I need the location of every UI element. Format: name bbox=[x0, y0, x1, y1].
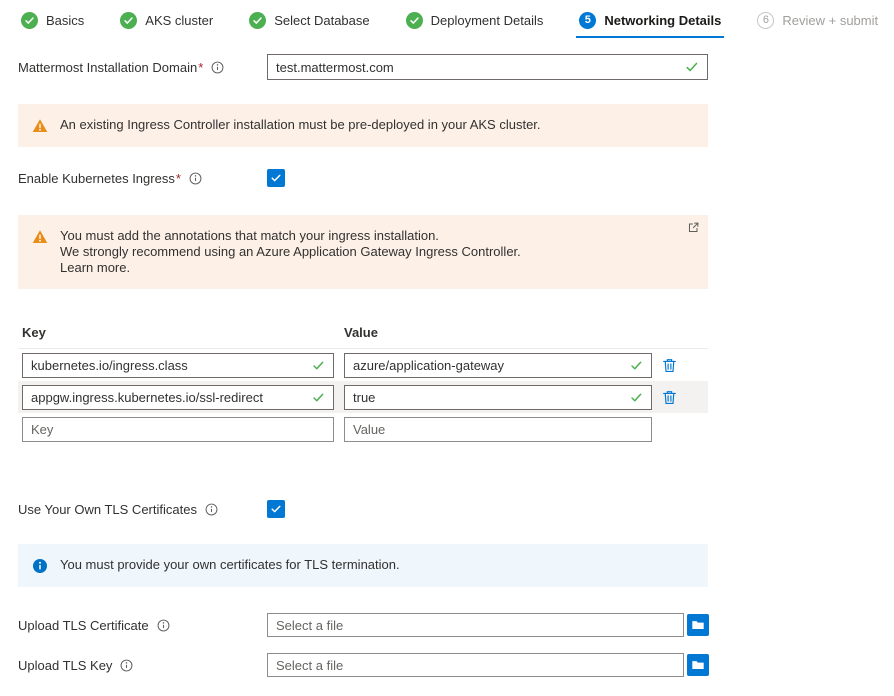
valid-check-icon bbox=[630, 391, 643, 404]
step-complete-check-icon bbox=[120, 12, 137, 29]
valid-check-icon bbox=[312, 391, 325, 404]
kv-key-input[interactable] bbox=[31, 422, 325, 437]
tls-info-banner: You must provide your own certificates f… bbox=[18, 544, 708, 587]
required-marker: * bbox=[176, 171, 181, 186]
step-number-icon: 6 bbox=[757, 12, 774, 29]
upload-key-field-wrapper bbox=[267, 653, 684, 677]
tab-select-database[interactable]: Select Database bbox=[246, 10, 372, 38]
kv-row bbox=[18, 349, 708, 381]
ingress-warning-banner: An existing Ingress Controller installat… bbox=[18, 104, 708, 147]
kv-value-input[interactable] bbox=[353, 422, 643, 437]
tab-networking-details[interactable]: 5 Networking Details bbox=[576, 10, 724, 38]
browse-folder-button[interactable] bbox=[687, 614, 709, 636]
annotations-warning-banner: You must add the annotations that match … bbox=[18, 215, 708, 289]
domain-row: Mattermost Installation Domain* bbox=[18, 54, 726, 80]
tab-aks-cluster[interactable]: AKS cluster bbox=[117, 10, 216, 38]
domain-label: Mattermost Installation Domain* bbox=[18, 60, 203, 75]
tls-toggle-label: Use Your Own TLS Certificates bbox=[18, 502, 197, 517]
upload-cert-row: Upload TLS Certificate bbox=[18, 613, 726, 637]
upload-key-field-wrap bbox=[267, 653, 709, 677]
info-icon[interactable] bbox=[205, 503, 218, 516]
upload-key-input[interactable] bbox=[276, 658, 675, 673]
upload-cert-field-wrap bbox=[267, 613, 709, 637]
kv-value-field-wrapper bbox=[344, 417, 652, 442]
kv-key-input[interactable] bbox=[31, 390, 306, 405]
ingress-warning-text: An existing Ingress Controller installat… bbox=[60, 117, 541, 134]
upload-cert-label-col: Upload TLS Certificate bbox=[18, 618, 267, 633]
domain-label-col: Mattermost Installation Domain* bbox=[18, 60, 267, 75]
kv-value-field-wrapper bbox=[344, 385, 652, 410]
enable-ingress-row: Enable Kubernetes Ingress* bbox=[18, 169, 726, 187]
tab-label-aks-cluster: AKS cluster bbox=[145, 13, 213, 28]
kv-row bbox=[18, 381, 708, 413]
tls-info-text: You must provide your own certificates f… bbox=[60, 557, 400, 574]
browse-folder-button[interactable] bbox=[687, 654, 709, 676]
info-filled-icon bbox=[32, 558, 48, 574]
warning-icon bbox=[32, 229, 48, 276]
upload-key-row: Upload TLS Key bbox=[18, 653, 726, 677]
kv-key-input[interactable] bbox=[31, 358, 306, 373]
step-complete-check-icon bbox=[406, 12, 423, 29]
tls-toggle-checkbox[interactable] bbox=[267, 500, 285, 518]
step-complete-check-icon bbox=[21, 12, 38, 29]
warning-icon bbox=[32, 118, 48, 134]
kv-key-field-wrapper bbox=[22, 417, 334, 442]
kv-value-header: Value bbox=[344, 325, 378, 340]
info-icon[interactable] bbox=[120, 659, 133, 672]
kv-key-field-wrapper bbox=[22, 385, 334, 410]
tab-label-basics: Basics bbox=[46, 13, 84, 28]
domain-field-wrapper bbox=[267, 54, 708, 80]
kv-key-field-wrapper bbox=[22, 353, 334, 378]
annotations-warning-text: You must add the annotations that match … bbox=[60, 228, 521, 276]
kv-row-empty bbox=[18, 413, 708, 445]
domain-input[interactable] bbox=[276, 60, 679, 75]
step-number-icon: 5 bbox=[579, 12, 596, 29]
tab-label-deployment-details: Deployment Details bbox=[431, 13, 544, 28]
tab-deployment-details[interactable]: Deployment Details bbox=[403, 10, 547, 38]
kv-table-header: Key Value bbox=[18, 319, 708, 349]
info-icon[interactable] bbox=[189, 172, 202, 185]
kv-key-header: Key bbox=[22, 325, 344, 340]
tls-toggle-label-col: Use Your Own TLS Certificates bbox=[18, 502, 267, 517]
tab-label-review-submit: Review + submit bbox=[782, 13, 878, 28]
annotations-warning-line1: You must add the annotations that match … bbox=[60, 228, 521, 244]
valid-check-icon bbox=[685, 60, 699, 74]
kv-value-field-wrapper bbox=[344, 353, 652, 378]
valid-check-icon bbox=[630, 359, 643, 372]
annotations-kv-table: Key Value bbox=[18, 319, 708, 445]
info-icon[interactable] bbox=[157, 619, 170, 632]
annotations-warning-line2: We strongly recommend using an Azure App… bbox=[60, 244, 521, 260]
delete-row-button[interactable] bbox=[661, 357, 678, 374]
valid-check-icon bbox=[312, 359, 325, 372]
networking-details-form: Mattermost Installation Domain* An exist… bbox=[0, 38, 726, 677]
upload-cert-input[interactable] bbox=[276, 618, 675, 633]
enable-ingress-label: Enable Kubernetes Ingress* bbox=[18, 171, 181, 186]
tab-review-submit[interactable]: 6 Review + submit bbox=[754, 10, 881, 38]
wizard-steps: Basics AKS cluster Select Database Deplo… bbox=[0, 0, 894, 38]
upload-key-label: Upload TLS Key bbox=[18, 658, 112, 673]
open-in-new-icon[interactable] bbox=[688, 222, 699, 233]
step-complete-check-icon bbox=[249, 12, 266, 29]
upload-cert-label: Upload TLS Certificate bbox=[18, 618, 149, 633]
enable-ingress-label-col: Enable Kubernetes Ingress* bbox=[18, 171, 267, 186]
annotations-warning-learn-more-link[interactable]: Learn more. bbox=[60, 260, 521, 276]
info-icon[interactable] bbox=[211, 61, 224, 74]
enable-ingress-checkbox[interactable] bbox=[267, 169, 285, 187]
tls-toggle-row: Use Your Own TLS Certificates bbox=[18, 500, 726, 518]
kv-value-input[interactable] bbox=[353, 358, 624, 373]
tab-label-networking-details: Networking Details bbox=[604, 13, 721, 28]
kv-value-input[interactable] bbox=[353, 390, 624, 405]
upload-cert-field-wrapper bbox=[267, 613, 684, 637]
tab-basics[interactable]: Basics bbox=[18, 10, 87, 38]
delete-row-button[interactable] bbox=[661, 389, 678, 406]
upload-key-label-col: Upload TLS Key bbox=[18, 658, 267, 673]
required-marker: * bbox=[198, 60, 203, 75]
tab-label-select-database: Select Database bbox=[274, 13, 369, 28]
